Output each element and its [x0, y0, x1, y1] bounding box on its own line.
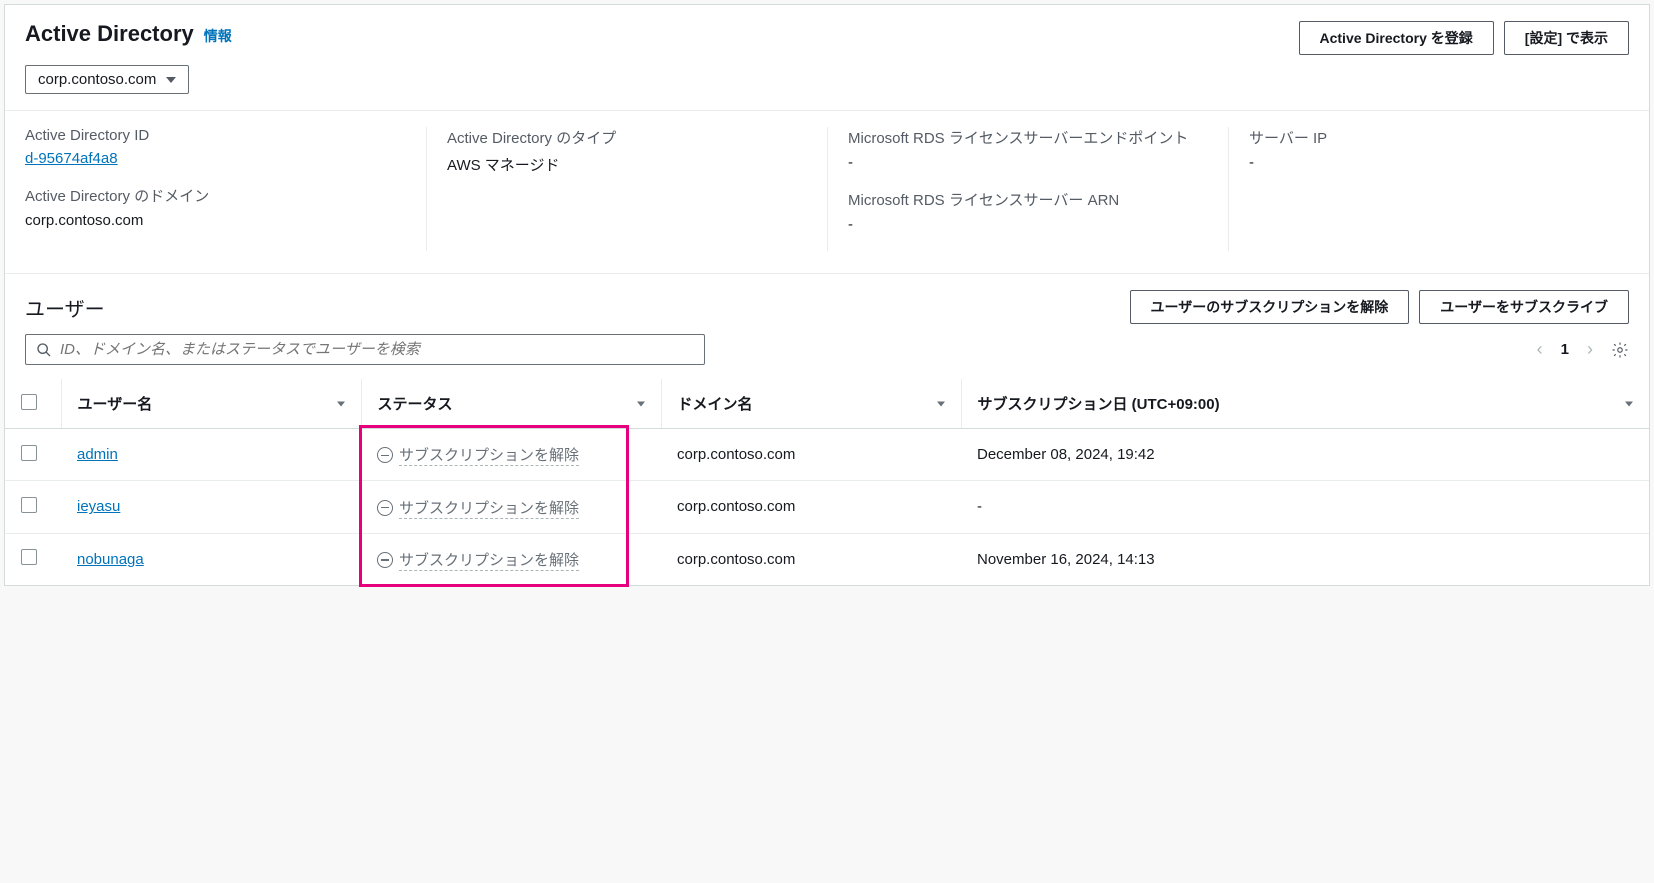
rds-endpoint-label: Microsoft RDS ライセンスサーバーエンドポイント: [848, 127, 1208, 148]
caret-down-icon: [166, 77, 176, 83]
domain-cell: corp.contoso.com: [661, 533, 961, 585]
col-header-date-label: サブスクリプション日 (UTC+09:00): [978, 396, 1220, 413]
ad-id-label: Active Directory ID: [25, 127, 406, 144]
register-ad-button[interactable]: Active Directory を登録: [1299, 21, 1494, 55]
unsubscribe-users-button[interactable]: ユーザーのサブスクリプションを解除: [1130, 290, 1410, 324]
rds-arn-label: Microsoft RDS ライセンスサーバー ARN: [848, 189, 1208, 210]
ad-id-link[interactable]: d-95674af4a8: [25, 150, 406, 167]
view-in-settings-button[interactable]: [設定] で表示: [1504, 21, 1629, 55]
page-title: Active Directory: [25, 21, 194, 47]
status-cell: サブスクリプションを解除: [377, 549, 579, 571]
row-checkbox[interactable]: [21, 549, 37, 565]
ad-type-value: AWS マネージド: [447, 154, 807, 175]
ad-domain-label: Active Directory のドメイン: [25, 185, 406, 206]
page-number: 1: [1561, 341, 1569, 358]
domain-cell: corp.contoso.com: [661, 481, 961, 533]
sort-caret-icon: [937, 401, 945, 406]
col-header-status-label: ステータス: [378, 396, 453, 413]
search-box[interactable]: [25, 334, 705, 365]
rds-endpoint-value: -: [848, 154, 1208, 171]
user-link[interactable]: ieyasu: [77, 498, 120, 515]
col-header-domain[interactable]: ドメイン名: [661, 379, 961, 429]
status-text: サブスクリプションを解除: [399, 497, 579, 519]
col-header-date[interactable]: サブスクリプション日 (UTC+09:00): [961, 379, 1649, 429]
search-icon: [36, 342, 52, 358]
gear-icon[interactable]: [1611, 341, 1629, 359]
prev-page-button[interactable]: ‹: [1537, 339, 1543, 360]
domain-select-value: corp.contoso.com: [38, 71, 156, 88]
table-row: ieyasu サブスクリプションを解除 corp.contoso.com-: [5, 481, 1649, 533]
search-input[interactable]: [60, 341, 694, 358]
rds-arn-value: -: [848, 216, 1208, 233]
info-link[interactable]: 情報: [204, 26, 232, 46]
domain-cell: corp.contoso.com: [661, 429, 961, 481]
status-text: サブスクリプションを解除: [399, 444, 579, 466]
user-link[interactable]: nobunaga: [77, 551, 144, 568]
sort-caret-icon: [637, 401, 645, 406]
users-section-title: ユーザー: [25, 293, 105, 322]
minus-circle-icon: [377, 447, 393, 463]
table-row: nobunaga サブスクリプションを解除 corp.contoso.comNove…: [5, 533, 1649, 585]
date-cell: November 16, 2024, 14:13: [961, 533, 1649, 585]
pagination: ‹ 1 ›: [1537, 339, 1629, 360]
status-cell: サブスクリプションを解除: [377, 497, 579, 519]
status-text: サブスクリプションを解除: [399, 549, 579, 571]
minus-circle-icon: [377, 500, 393, 516]
minus-circle-icon: [377, 552, 393, 568]
table-header-row: ユーザー名 ステータス ドメイン名 サブスクリプション日 (UTC+09:00): [5, 379, 1649, 429]
row-checkbox[interactable]: [21, 497, 37, 513]
date-cell: December 08, 2024, 19:42: [961, 429, 1649, 481]
col-header-status[interactable]: ステータス: [361, 379, 661, 429]
row-checkbox[interactable]: [21, 445, 37, 461]
sort-caret-icon: [1625, 401, 1633, 406]
status-cell: サブスクリプションを解除: [377, 444, 579, 466]
col-header-username-label: ユーザー名: [78, 396, 153, 413]
server-ip-label: サーバー IP: [1249, 127, 1609, 148]
col-header-domain-label: ドメイン名: [678, 396, 753, 413]
sort-caret-icon: [337, 401, 345, 406]
date-cell: -: [961, 481, 1649, 533]
subscribe-users-button[interactable]: ユーザーをサブスクライブ: [1419, 290, 1629, 324]
domain-select[interactable]: corp.contoso.com: [25, 65, 189, 94]
col-header-username[interactable]: ユーザー名: [61, 379, 361, 429]
table-row: admin サブスクリプションを解除 corp.contoso.comDecembe…: [5, 429, 1649, 481]
select-all-checkbox[interactable]: [21, 394, 37, 410]
user-link[interactable]: admin: [77, 446, 118, 463]
next-page-button[interactable]: ›: [1587, 339, 1593, 360]
server-ip-value: -: [1249, 154, 1609, 171]
ad-type-label: Active Directory のタイプ: [447, 127, 807, 148]
ad-domain-value: corp.contoso.com: [25, 212, 406, 229]
